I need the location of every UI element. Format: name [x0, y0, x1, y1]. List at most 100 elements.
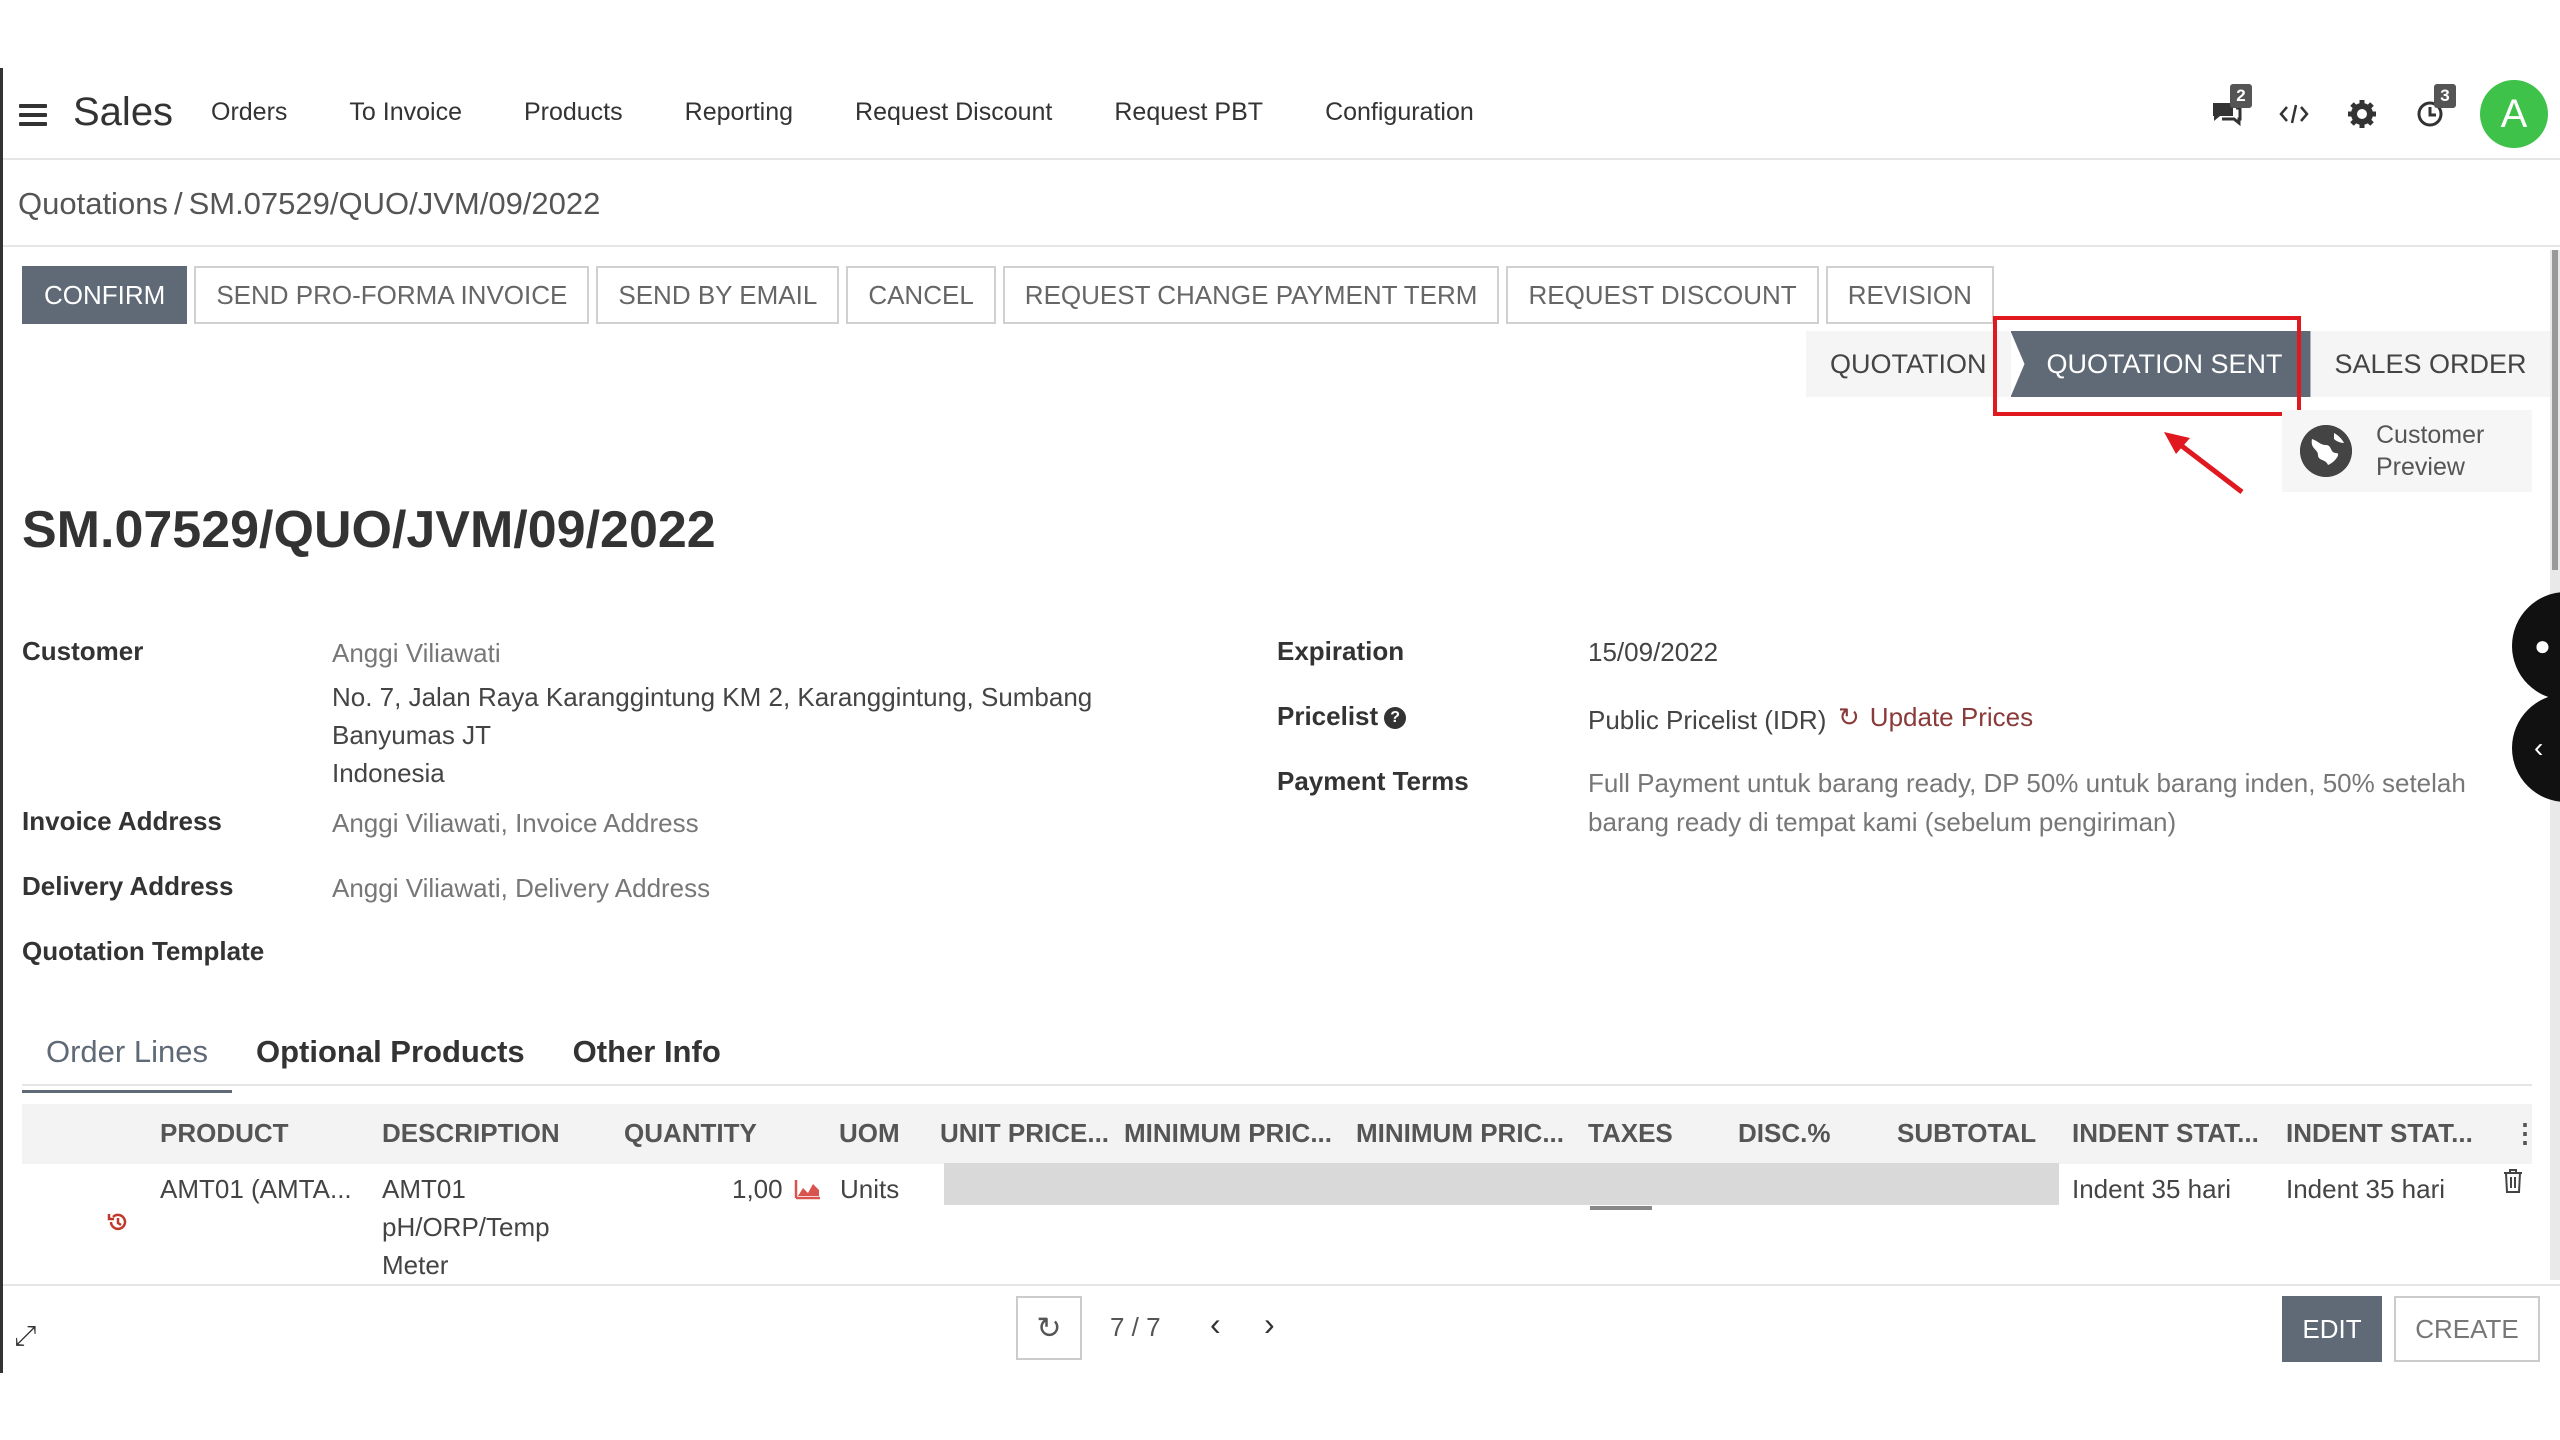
menu-reporting[interactable]: Reporting	[685, 98, 793, 127]
breadcrumb-separator: /	[173, 186, 183, 221]
customer-address-line2: Banyumas JT	[332, 720, 491, 750]
invoice-address-label: Invoice Address	[22, 806, 222, 836]
col-description[interactable]: DESCRIPTION	[382, 1118, 560, 1149]
refresh-icon: ↻	[1838, 702, 1860, 732]
revision-button[interactable]: REVISION	[1825, 266, 1994, 324]
forecast-chart-icon[interactable]	[794, 1176, 822, 1207]
pricelist-label-text: Pricelist	[1277, 701, 1379, 731]
main-menu: Orders To Invoice Products Reporting Req…	[211, 98, 1536, 127]
tab-optional-products[interactable]: Optional Products	[232, 1022, 549, 1093]
col-minimum-price-2[interactable]: MINIMUM PRIC...	[1356, 1118, 1564, 1149]
row-description-line3: Meter	[382, 1250, 449, 1280]
settings-gear-icon[interactable]	[2344, 96, 2380, 132]
menu-products[interactable]: Products	[524, 98, 623, 127]
request-change-payment-term-button[interactable]: REQUEST CHANGE PAYMENT TERM	[1002, 266, 1500, 324]
payment-terms-line1: Full Payment untuk barang ready, DP 50% …	[1588, 768, 2466, 798]
stage-quotation[interactable]: QUOTATION	[1806, 331, 2011, 397]
history-icon[interactable]	[106, 1210, 130, 1241]
col-unit-price[interactable]: UNIT PRICE...	[940, 1118, 1109, 1149]
send-pro-forma-button[interactable]: SEND PRO-FORMA INVOICE	[194, 266, 590, 324]
menu-to-invoice[interactable]: To Invoice	[349, 98, 462, 127]
delete-trash-icon[interactable]	[2502, 1168, 2524, 1201]
tabs-divider	[22, 1084, 2532, 1086]
customer-preview-label: Customer Preview	[2376, 421, 2485, 481]
bottom-bar	[3, 1284, 2560, 1374]
quotation-template-label: Quotation Template	[22, 936, 265, 966]
col-subtotal[interactable]: SUBTOTAL	[1897, 1118, 2036, 1149]
col-uom[interactable]: UOM	[839, 1118, 900, 1149]
edit-button[interactable]: EDIT	[2282, 1296, 2382, 1362]
scrollbar-thumb[interactable]	[2552, 250, 2558, 570]
expand-icon[interactable]: ⤢	[14, 1320, 36, 1353]
row-description-line2: pH/ORP/Temp	[382, 1212, 550, 1242]
create-button[interactable]: CREATE	[2394, 1296, 2540, 1362]
delivery-address-label: Delivery Address	[22, 871, 234, 901]
tab-other-info[interactable]: Other Info	[549, 1022, 745, 1093]
menu-configuration[interactable]: Configuration	[1325, 98, 1474, 127]
expiration-label: Expiration	[1277, 636, 1405, 666]
pricelist-value: Public Pricelist (IDR)	[1588, 705, 1827, 735]
update-prices-label: Update Prices	[1869, 702, 2034, 732]
col-minimum-price-1[interactable]: MINIMUM PRIC...	[1124, 1118, 1332, 1149]
col-indent-status-2[interactable]: INDENT STAT...	[2286, 1118, 2473, 1149]
menu-toggle-icon[interactable]	[19, 104, 47, 126]
help-icon[interactable]: ?	[1384, 707, 1407, 730]
row-uom: Units	[840, 1174, 900, 1204]
col-indent-status-1[interactable]: INDENT STAT...	[2072, 1118, 2259, 1149]
breadcrumb: Quotations / SM.07529/QUO/JVM/09/2022	[18, 186, 600, 222]
row-product[interactable]: AMT01 (AMTA...	[160, 1174, 352, 1205]
pager-next-icon[interactable]: ›	[1264, 1306, 1275, 1343]
globe-icon	[2300, 425, 2352, 477]
customer-name-link[interactable]: Anggi Viliawati	[332, 638, 501, 669]
col-product[interactable]: PRODUCT	[160, 1118, 289, 1149]
menu-request-discount[interactable]: Request Discount	[855, 98, 1052, 127]
col-taxes[interactable]: TAXES	[1588, 1118, 1673, 1149]
invoice-address-link[interactable]: Anggi Viliawati, Invoice Address	[332, 808, 699, 839]
delivery-address-link[interactable]: Anggi Viliawati, Delivery Address	[332, 873, 710, 904]
table-row[interactable]: AMT01 (AMTA... AMT01 pH/ORP/Temp Meter 1…	[22, 1164, 2532, 1282]
column-options-icon[interactable]: ⋮	[2512, 1118, 2538, 1149]
customer-preview-button[interactable]: Customer Preview	[2282, 410, 2532, 492]
annotation-arrow	[2164, 432, 2244, 494]
messages-badge: 2	[2230, 84, 2252, 108]
window-edge	[0, 68, 3, 1373]
order-lines-header: PRODUCT DESCRIPTION QUANTITY UOM UNIT PR…	[22, 1104, 2538, 1164]
pager-counter[interactable]: 7 / 7	[1110, 1312, 1161, 1343]
tab-order-lines[interactable]: Order Lines	[22, 1022, 232, 1093]
systray: 2 3 A	[2208, 68, 2560, 160]
menu-orders[interactable]: Orders	[211, 98, 287, 127]
col-quantity[interactable]: QUANTITY	[624, 1118, 757, 1149]
customer-address-line3: Indonesia	[332, 758, 445, 788]
code-icon[interactable]	[2276, 96, 2312, 132]
activities-badge: 3	[2434, 84, 2456, 108]
breadcrumb-divider	[3, 245, 2560, 247]
confirm-button[interactable]: CONFIRM	[22, 266, 188, 324]
cancel-button[interactable]: CANCEL	[846, 266, 996, 324]
breadcrumb-parent[interactable]: Quotations	[18, 186, 168, 221]
activities-clock-icon[interactable]: 3	[2412, 84, 2456, 132]
app-title[interactable]: Sales	[73, 90, 173, 135]
payment-terms-label: Payment Terms	[1277, 766, 1469, 796]
expiration-value: 15/09/2022	[1588, 637, 1719, 667]
reload-icon[interactable]: ↻	[1016, 1296, 1082, 1360]
customer-label: Customer	[22, 636, 144, 666]
payment-terms-line2: barang ready di tempat kami (sebelum pen…	[1588, 807, 2177, 837]
row-indent-status-1: Indent 35 hari	[2072, 1174, 2232, 1204]
breadcrumb-current: SM.07529/QUO/JVM/09/2022	[188, 186, 601, 221]
request-discount-button[interactable]: REQUEST DISCOUNT	[1506, 266, 1819, 324]
messages-icon[interactable]: 2	[2208, 84, 2252, 132]
action-buttons: CONFIRM SEND PRO-FORMA INVOICE SEND BY E…	[22, 266, 2001, 324]
document-title: SM.07529/QUO/JVM/09/2022	[22, 501, 716, 559]
send-by-email-button[interactable]: SEND BY EMAIL	[596, 266, 840, 324]
menu-request-pbt[interactable]: Request PBT	[1114, 98, 1263, 127]
customer-address-line1: No. 7, Jalan Raya Karanggintung KM 2, Ka…	[332, 682, 1093, 712]
stage-sales-order[interactable]: SALES ORDER	[2310, 331, 2551, 397]
user-avatar[interactable]: A	[2480, 80, 2548, 148]
update-prices-button[interactable]: ↻ Update Prices	[1838, 702, 2033, 733]
col-disc[interactable]: DISC.%	[1738, 1118, 1830, 1149]
pager-previous-icon[interactable]: ‹	[1210, 1306, 1221, 1343]
notebook-tabs: Order Lines Optional Products Other Info	[22, 1022, 745, 1093]
row-indent-status-2: Indent 35 hari	[2286, 1174, 2446, 1204]
pricelist-label: Pricelist?	[1277, 701, 1407, 732]
annotation-highlight-box	[1993, 316, 2301, 416]
